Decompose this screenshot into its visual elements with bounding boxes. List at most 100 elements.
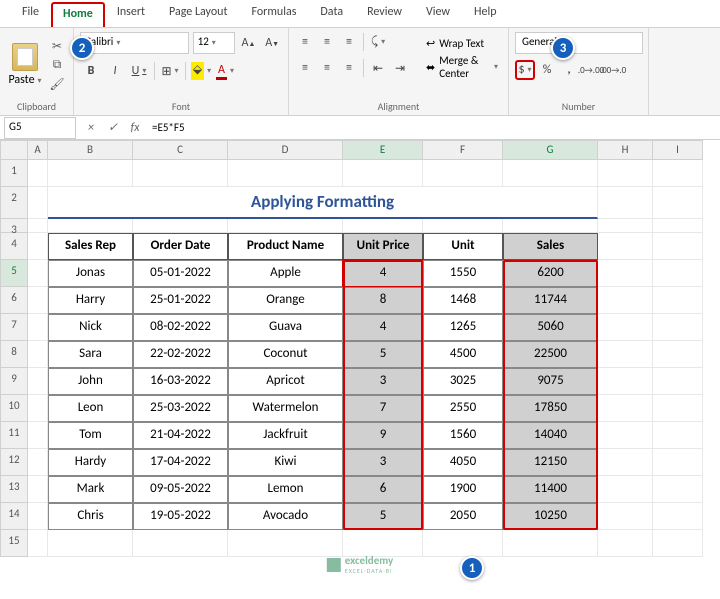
- italic-button[interactable]: I: [104, 60, 126, 82]
- table-cell[interactable]: John: [48, 368, 133, 395]
- table-cell[interactable]: Mark: [48, 476, 133, 503]
- table-header[interactable]: Unit: [423, 233, 503, 260]
- row-header[interactable]: 8: [0, 341, 28, 368]
- fx-icon[interactable]: fx: [124, 121, 146, 135]
- table-cell[interactable]: 9: [343, 422, 423, 449]
- row-header[interactable]: 6: [0, 287, 28, 314]
- cell[interactable]: [598, 530, 653, 557]
- table-cell[interactable]: 4: [343, 260, 423, 287]
- table-cell[interactable]: Lemon: [228, 476, 343, 503]
- table-cell[interactable]: 6200: [503, 260, 598, 287]
- cell[interactable]: [28, 219, 48, 233]
- cell[interactable]: [598, 287, 653, 314]
- cell[interactable]: [653, 476, 703, 503]
- cell[interactable]: [598, 219, 653, 233]
- cell[interactable]: [653, 219, 703, 233]
- row-header[interactable]: 15: [0, 530, 28, 557]
- cell[interactable]: [423, 530, 503, 557]
- row-header[interactable]: 11: [0, 422, 28, 449]
- align-bottom-icon[interactable]: ≡: [339, 32, 359, 52]
- table-cell[interactable]: Apricot: [228, 368, 343, 395]
- cell[interactable]: [28, 260, 48, 287]
- tab-insert[interactable]: Insert: [105, 0, 157, 27]
- tab-review[interactable]: Review: [355, 0, 414, 27]
- cell[interactable]: [28, 503, 48, 530]
- table-cell[interactable]: 4050: [423, 449, 503, 476]
- table-cell[interactable]: 09-05-2022: [133, 476, 228, 503]
- table-cell[interactable]: Hardy: [48, 449, 133, 476]
- table-cell[interactable]: Guava: [228, 314, 343, 341]
- cell[interactable]: [503, 530, 598, 557]
- cancel-icon[interactable]: ×: [80, 121, 102, 135]
- cell[interactable]: [133, 160, 228, 187]
- percent-button[interactable]: %: [537, 60, 557, 80]
- decrease-indent-icon[interactable]: ⇤: [368, 58, 388, 78]
- table-cell[interactable]: 5: [343, 341, 423, 368]
- cell[interactable]: [228, 160, 343, 187]
- table-cell[interactable]: 6: [343, 476, 423, 503]
- format-painter-icon[interactable]: 🖌: [48, 76, 66, 92]
- cell[interactable]: [653, 160, 703, 187]
- col-header-A[interactable]: A: [28, 140, 48, 160]
- cut-icon[interactable]: ✂: [48, 38, 66, 54]
- cell[interactable]: [28, 287, 48, 314]
- col-header-F[interactable]: F: [423, 140, 503, 160]
- cell[interactable]: [423, 160, 503, 187]
- table-cell[interactable]: 2050: [423, 503, 503, 530]
- table-cell[interactable]: Sara: [48, 341, 133, 368]
- table-cell[interactable]: 14040: [503, 422, 598, 449]
- wrap-text-button[interactable]: ↩Wrap Text: [422, 32, 502, 54]
- tab-data[interactable]: Data: [308, 0, 355, 27]
- table-cell[interactable]: 7: [343, 395, 423, 422]
- cell[interactable]: [598, 233, 653, 260]
- cell[interactable]: [653, 314, 703, 341]
- cell[interactable]: [653, 395, 703, 422]
- table-header[interactable]: Sales Rep: [48, 233, 133, 260]
- name-box[interactable]: G5: [4, 117, 76, 139]
- align-right-icon[interactable]: ≡: [339, 58, 359, 78]
- table-cell[interactable]: 1265: [423, 314, 503, 341]
- formula-input[interactable]: =E5*F5: [146, 119, 720, 136]
- orientation-icon[interactable]: ⤹: [368, 32, 388, 52]
- col-header-B[interactable]: B: [48, 140, 133, 160]
- cell[interactable]: [28, 368, 48, 395]
- cell[interactable]: [343, 530, 423, 557]
- align-middle-icon[interactable]: ≡: [317, 32, 337, 52]
- cell[interactable]: [598, 449, 653, 476]
- table-cell[interactable]: 12150: [503, 449, 598, 476]
- table-cell[interactable]: 8: [343, 287, 423, 314]
- align-top-icon[interactable]: ≡: [295, 32, 315, 52]
- row-header[interactable]: 14: [0, 503, 28, 530]
- col-header-C[interactable]: C: [133, 140, 228, 160]
- table-header[interactable]: Sales: [503, 233, 598, 260]
- increase-decimal-icon[interactable]: .0→.00: [581, 60, 601, 80]
- table-cell[interactable]: Jonas: [48, 260, 133, 287]
- table-cell[interactable]: 22500: [503, 341, 598, 368]
- row-header[interactable]: 2: [0, 187, 28, 219]
- table-cell[interactable]: 3025: [423, 368, 503, 395]
- cell[interactable]: [653, 530, 703, 557]
- cell[interactable]: [598, 503, 653, 530]
- cell[interactable]: [598, 314, 653, 341]
- increase-font-icon[interactable]: A▲: [239, 33, 259, 53]
- tab-help[interactable]: Help: [462, 0, 509, 27]
- cell[interactable]: [598, 341, 653, 368]
- table-cell[interactable]: 25-03-2022: [133, 395, 228, 422]
- table-cell[interactable]: 10250: [503, 503, 598, 530]
- copy-icon[interactable]: ⧉: [48, 57, 66, 73]
- row-header[interactable]: 12: [0, 449, 28, 476]
- table-cell[interactable]: Jackfruit: [228, 422, 343, 449]
- cell[interactable]: [653, 287, 703, 314]
- table-cell[interactable]: 22-02-2022: [133, 341, 228, 368]
- decrease-decimal-icon[interactable]: .00→.0: [603, 60, 623, 80]
- table-cell[interactable]: 3: [343, 449, 423, 476]
- cell[interactable]: [598, 476, 653, 503]
- cell[interactable]: [598, 368, 653, 395]
- paste-button[interactable]: Paste: [6, 32, 44, 98]
- number-format-select[interactable]: General: [515, 32, 643, 54]
- table-cell[interactable]: 11744: [503, 287, 598, 314]
- table-header[interactable]: Order Date: [133, 233, 228, 260]
- cell[interactable]: [133, 219, 228, 233]
- table-cell[interactable]: 5060: [503, 314, 598, 341]
- tab-home[interactable]: Home: [51, 2, 105, 27]
